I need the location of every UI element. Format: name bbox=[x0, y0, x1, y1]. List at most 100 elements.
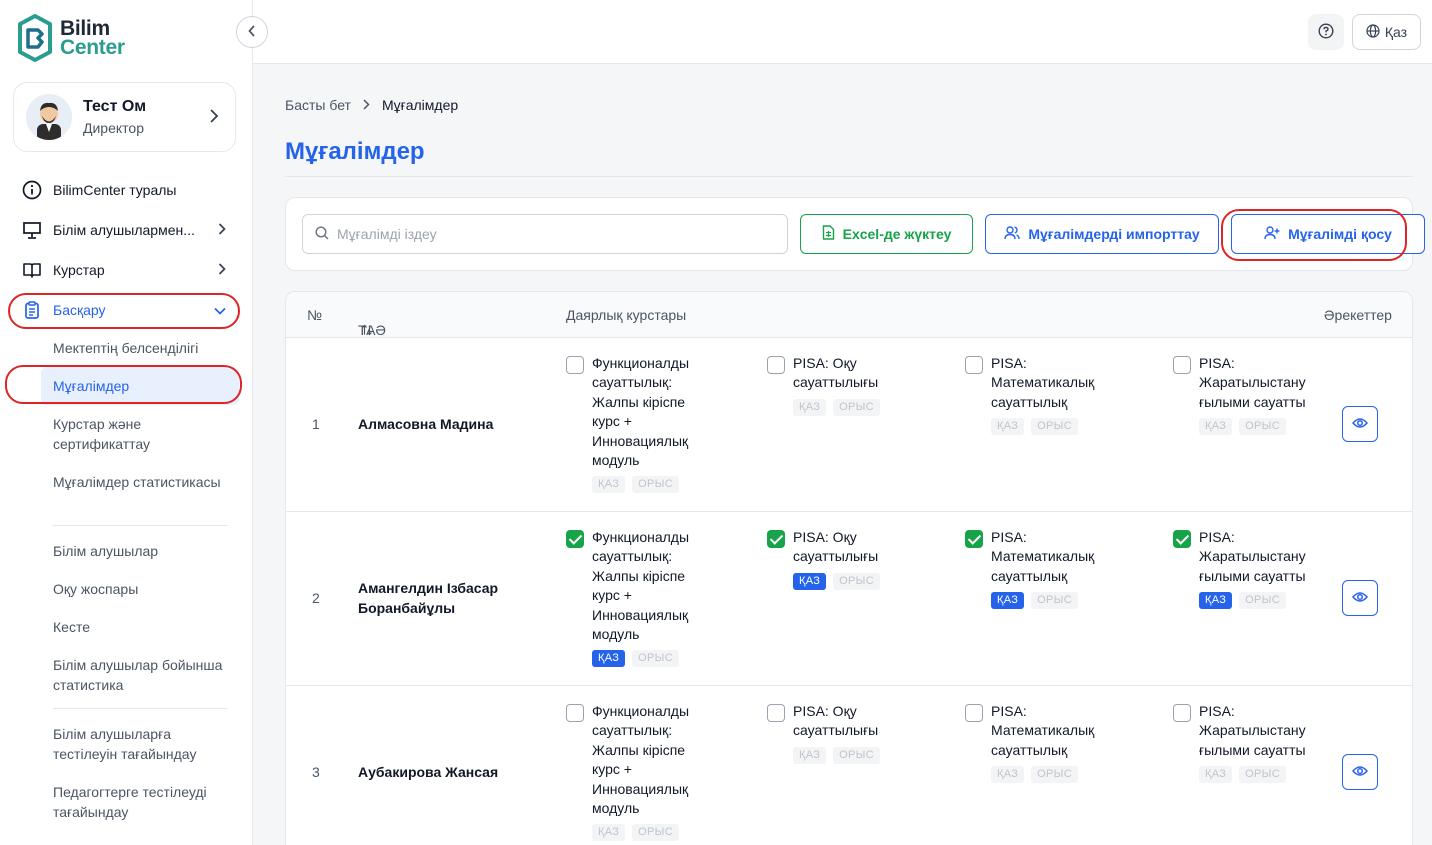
tag-rus[interactable]: ОРЫС bbox=[833, 398, 880, 416]
import-teachers-button[interactable]: Мұғалімдерді импорттау bbox=[985, 214, 1219, 254]
course-name-line: Инновациялық bbox=[592, 780, 689, 797]
tag-kaz[interactable]: ҚАЗ bbox=[991, 592, 1025, 610]
add-teacher-label: Мұғалімді қосу bbox=[1288, 226, 1392, 242]
language-tags: ҚАЗ ОРЫС bbox=[592, 476, 679, 494]
teacher-name[interactable]: Алмасовна Мадина bbox=[358, 414, 528, 434]
tag-rus[interactable]: ОРЫС bbox=[833, 746, 880, 764]
tag-kaz[interactable]: ҚАЗ bbox=[592, 476, 626, 494]
tag-rus[interactable]: ОРЫС bbox=[1239, 766, 1286, 784]
tag-rus[interactable]: ОРЫС bbox=[632, 824, 679, 842]
course-checkbox[interactable] bbox=[1173, 704, 1191, 722]
profile-card[interactable]: Тест Ом Директор bbox=[13, 82, 236, 152]
course-name-line: сауаттылығы bbox=[793, 722, 879, 739]
tag-kaz[interactable]: ҚАЗ bbox=[592, 824, 626, 842]
tag-kaz[interactable]: ҚАЗ bbox=[1199, 766, 1233, 784]
sidebar-subitem-student-stats[interactable]: Білім алушылар бойынша статистика bbox=[53, 655, 233, 695]
divider bbox=[53, 525, 228, 526]
course-name-line: PISA: bbox=[991, 355, 1027, 371]
spreadsheet-icon bbox=[822, 225, 835, 243]
breadcrumb-home-link[interactable]: Басты бет bbox=[285, 97, 351, 113]
tag-rus[interactable]: ОРЫС bbox=[1239, 418, 1286, 436]
sidebar-subitem-assign-tests-students[interactable]: Білім алушыларға тестілеуін тағайындау bbox=[53, 724, 233, 764]
tag-kaz[interactable]: ҚАЗ bbox=[1199, 592, 1233, 610]
add-teacher-button[interactable]: Мұғалімді қосу bbox=[1231, 214, 1425, 254]
table-row: 2 Амангелдин Ізбасар Боранбайұлы Функциона… bbox=[286, 512, 1412, 686]
sort-icon bbox=[358, 322, 373, 338]
tag-rus[interactable]: ОРЫС bbox=[1031, 592, 1078, 610]
header-courses: Даярлық курстары bbox=[566, 307, 687, 323]
sidebar-subitem-teacher-stats[interactable]: Мұғалімдер статистикасы bbox=[53, 472, 233, 492]
tag-kaz[interactable]: ҚАЗ bbox=[793, 398, 827, 416]
table-row: 3 Аубакирова Жансая Функционалды сауаттылық… bbox=[286, 686, 1412, 845]
teacher-name[interactable]: Амангелдин Ізбасар Боранбайұлы bbox=[358, 578, 528, 618]
sidebar-subitem-schedule[interactable]: Кесте bbox=[53, 617, 233, 637]
tag-kaz[interactable]: ҚАЗ bbox=[793, 572, 827, 590]
view-button[interactable] bbox=[1342, 406, 1378, 442]
tag-rus[interactable]: ОРЫС bbox=[1239, 592, 1286, 610]
sidebar-item-manage[interactable]: Басқару bbox=[22, 291, 232, 329]
tag-rus[interactable]: ОРЫС bbox=[833, 572, 880, 590]
sidebar-subitem-study-plan[interactable]: Оқу жоспары bbox=[53, 579, 233, 599]
course-checkbox[interactable] bbox=[965, 704, 983, 722]
tag-rus[interactable]: ОРЫС bbox=[1031, 418, 1078, 436]
course-cell: PISA: Оқу сауаттылығы ҚАЗ ОРЫС bbox=[767, 702, 957, 845]
tag-kaz[interactable]: ҚАЗ bbox=[1199, 418, 1233, 436]
course-checkbox[interactable] bbox=[1173, 530, 1191, 548]
logo[interactable]: Bilim Center bbox=[16, 14, 125, 62]
import-teachers-label: Мұғалімдерді импорттау bbox=[1028, 226, 1200, 242]
course-checkbox[interactable] bbox=[566, 704, 584, 722]
view-button[interactable] bbox=[1342, 580, 1378, 616]
course-checkbox[interactable] bbox=[767, 356, 785, 374]
language-tags: ҚАЗ ОРЫС bbox=[592, 824, 679, 842]
course-checkbox[interactable] bbox=[965, 530, 983, 548]
sidebar-item-about[interactable]: BilimCenter туралы bbox=[22, 171, 232, 209]
course-name: PISA: Оқу сауаттылығы bbox=[793, 528, 923, 567]
help-button[interactable] bbox=[1308, 14, 1344, 50]
course-cell: PISA: Математикалық сауаттылық ҚАЗ ОРЫС bbox=[965, 354, 1155, 504]
tag-rus[interactable]: ОРЫС bbox=[632, 476, 679, 494]
profile-name: Тест Ом bbox=[83, 98, 147, 115]
sidebar-subitem-teachers[interactable]: Мұғалімдер bbox=[41, 367, 239, 405]
course-checkbox[interactable] bbox=[767, 530, 785, 548]
course-checkbox[interactable] bbox=[1173, 356, 1191, 374]
course-checkbox[interactable] bbox=[965, 356, 983, 374]
view-button[interactable] bbox=[1342, 754, 1378, 790]
sidebar-subitem-courses-cert[interactable]: Курстар және сертификаттау bbox=[53, 414, 233, 454]
teacher-name[interactable]: Аубакирова Жансая bbox=[358, 762, 528, 782]
sidebar-subitem-students[interactable]: Білім алушылар bbox=[53, 541, 233, 561]
eye-icon bbox=[1352, 764, 1368, 780]
course-name-line: ғылыми сауатты bbox=[1199, 567, 1306, 584]
course-name: PISA: Жаратылыстану ғылыми сауатты bbox=[1199, 354, 1334, 412]
tag-kaz[interactable]: ҚАЗ bbox=[991, 766, 1025, 784]
sidebar-subitem-school-activity[interactable]: Мектептің белсенділігі bbox=[53, 338, 233, 358]
search-input[interactable] bbox=[337, 226, 767, 242]
collapse-sidebar-button[interactable] bbox=[236, 16, 268, 48]
sidebar-item-label: BilimCenter туралы bbox=[53, 182, 177, 198]
course-checkbox[interactable] bbox=[767, 704, 785, 722]
course-name-line: PISA: bbox=[1199, 529, 1235, 545]
sidebar-item-courses[interactable]: Курстар bbox=[22, 251, 232, 289]
course-cell: Функционалды сауаттылық: Жалпы кіріспе курс… bbox=[566, 354, 756, 504]
tag-kaz[interactable]: ҚАЗ bbox=[991, 418, 1025, 436]
tag-kaz[interactable]: ҚАЗ bbox=[793, 746, 827, 764]
tag-rus[interactable]: ОРЫС bbox=[1031, 766, 1078, 784]
divider bbox=[285, 176, 1413, 177]
logo-text-center: Center bbox=[60, 36, 125, 59]
chevron-right-icon bbox=[218, 222, 226, 238]
course-name-line: ғылыми сауатты bbox=[1199, 741, 1306, 758]
eye-icon bbox=[1352, 416, 1368, 432]
excel-download-button[interactable]: Excel-де жүктеу bbox=[800, 214, 973, 254]
tag-rus[interactable]: ОРЫС bbox=[632, 650, 679, 668]
sidebar-item-students-work[interactable]: Білім алушылармен... bbox=[22, 211, 232, 249]
sidebar-subitem-assign-tests-teachers[interactable]: Педагогтерге тестілеуді тағайындау bbox=[53, 782, 233, 822]
language-tags: ҚАЗ ОРЫС bbox=[592, 650, 679, 668]
course-name: Функционалды сауаттылық: Жалпы кіріспе курс… bbox=[592, 528, 722, 644]
course-name: PISA: Математикалық сауаттылық bbox=[991, 702, 1126, 760]
course-checkbox[interactable] bbox=[566, 530, 584, 548]
course-cell: Функционалды сауаттылық: Жалпы кіріспе курс… bbox=[566, 702, 756, 845]
course-cell: PISA: Жаратылыстану ғылыми сауатты ҚАЗ ОРЫС bbox=[1173, 528, 1363, 678]
course-checkbox[interactable] bbox=[566, 356, 584, 374]
language-switch-button[interactable]: Қаз bbox=[1352, 14, 1421, 50]
tag-kaz[interactable]: ҚАЗ bbox=[592, 650, 626, 668]
course-name-line: курс + bbox=[592, 587, 632, 604]
